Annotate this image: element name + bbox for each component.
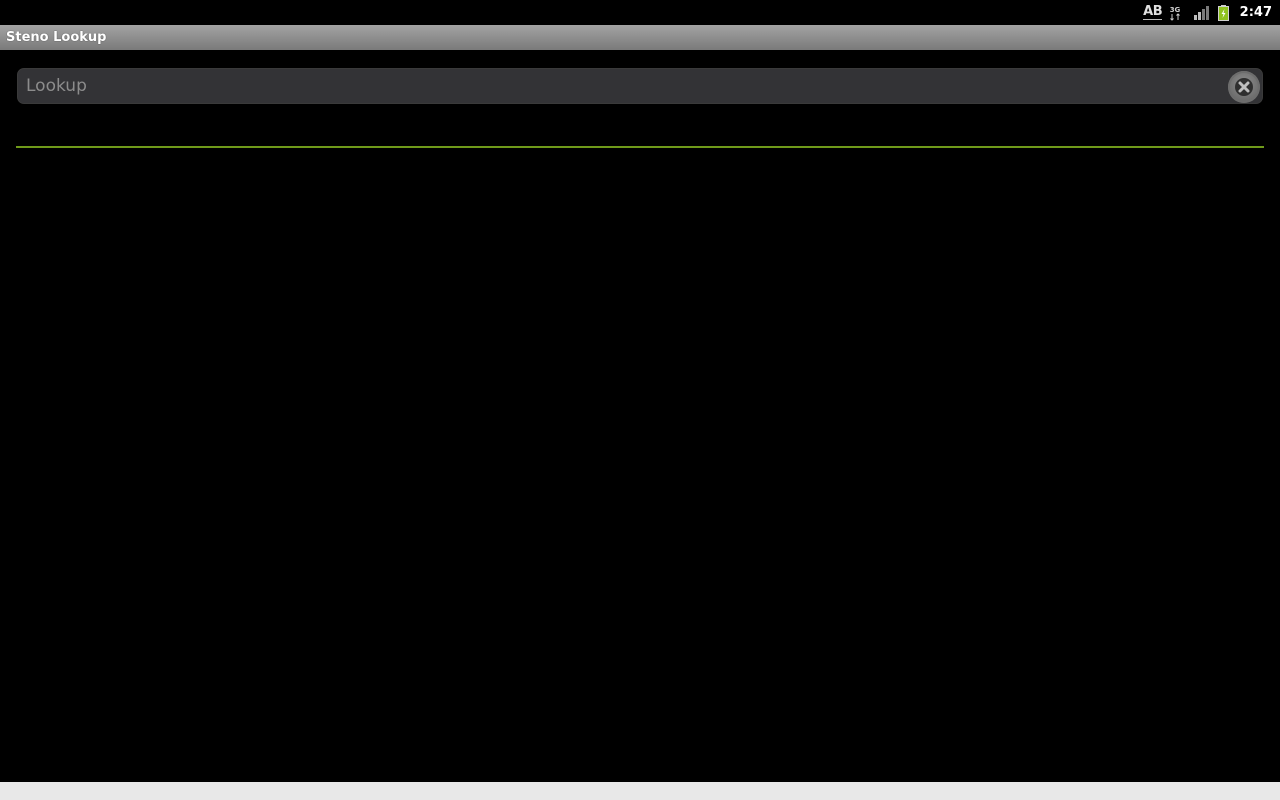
app-title: Steno Lookup	[6, 30, 107, 45]
clear-button[interactable]	[1228, 71, 1260, 103]
keyboard-ime-icon: AB	[1143, 0, 1163, 25]
title-bar: Steno Lookup	[0, 25, 1280, 50]
system-bottom-bar	[0, 782, 1280, 800]
clear-icon	[1235, 78, 1253, 96]
lookup-input[interactable]	[26, 69, 1216, 103]
status-clock: 2:47	[1239, 5, 1272, 20]
status-icons: AB 3G 2:47	[1143, 0, 1272, 25]
results-divider	[16, 146, 1264, 148]
battery-charging-icon	[1218, 0, 1230, 25]
network-3g-icon: 3G	[1168, 0, 1182, 25]
network-type-label: 3G	[1169, 6, 1180, 14]
status-bar: AB 3G 2:47	[0, 0, 1280, 25]
signal-strength-icon	[1193, 0, 1211, 25]
search-field[interactable]	[17, 68, 1263, 104]
app-screen: AB 3G 2:47 Steno Lookup Lookup	[0, 0, 1280, 800]
results-list	[16, 150, 1264, 780]
ime-label: AB	[1143, 4, 1163, 20]
